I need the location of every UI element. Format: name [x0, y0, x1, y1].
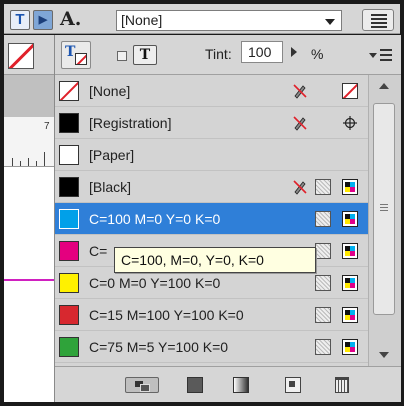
swatch-tooltip: C=100, M=0, Y=0, K=0 — [114, 247, 316, 273]
swatch-name: C=75 M=5 Y=100 K=0 — [89, 339, 229, 355]
chevron-down-icon — [369, 53, 377, 58]
paragraph-align-button[interactable] — [362, 9, 394, 31]
tint-input[interactable]: 100 — [241, 41, 283, 63]
swatch-list-scrollbar[interactable] — [368, 75, 401, 366]
text-tool-flyout-button[interactable]: ▶ — [33, 10, 53, 30]
pencil-crossed-icon — [293, 84, 307, 99]
show-swatch-kinds-button[interactable] — [125, 377, 159, 393]
chevron-down-icon — [325, 19, 335, 25]
process-color-icon — [315, 339, 331, 355]
swatches-panel: T T Tint: 100 % [None] [Registration] [P… — [54, 35, 401, 402]
font-family-value: [None] — [121, 12, 163, 28]
fill-stroke-text-toggle[interactable]: T — [61, 41, 91, 69]
cmyk-mode-icon — [342, 339, 358, 355]
swatch-chip — [59, 209, 79, 229]
swatch-list: [None] [Registration] [Paper] [Black] C=… — [55, 75, 368, 366]
process-color-icon — [315, 179, 331, 195]
swatch-row-cyan[interactable]: C=100 M=0 Y=0 K=0 — [55, 203, 368, 235]
swatch-chip — [59, 241, 79, 261]
process-color-icon — [315, 307, 331, 323]
cmyk-mode-icon — [342, 211, 358, 227]
swatch-name: C=15 M=100 Y=100 K=0 — [89, 307, 244, 323]
app-window: T ▶ A. [None] 7 T T Tint: 100 % [None] [… — [0, 0, 404, 406]
none-swatch-icon — [342, 83, 358, 99]
document-area: 7 — [4, 35, 54, 402]
swatch-chip — [59, 273, 79, 293]
swatch-name: C=100 M=0 Y=0 K=0 — [89, 211, 221, 227]
show-color-swatches-button[interactable] — [187, 377, 203, 393]
font-family-icon: A. — [60, 8, 82, 30]
swatch-row-red[interactable]: C=15 M=100 Y=100 K=0 — [55, 299, 368, 331]
process-color-icon — [315, 243, 331, 259]
swatch-row-registration[interactable]: [Registration] — [55, 107, 368, 139]
swatch-chip — [59, 177, 79, 197]
swatch-name: [None] — [89, 83, 131, 99]
trash-icon[interactable] — [335, 377, 349, 393]
scrollbar-thumb[interactable] — [373, 103, 395, 315]
show-gradient-swatches-button[interactable] — [233, 377, 249, 393]
scroll-up-icon[interactable] — [379, 83, 389, 89]
swatch-name: C= — [89, 243, 108, 259]
margin-guide — [4, 279, 54, 281]
swatch-name: [Black] — [89, 179, 132, 195]
cmyk-mode-icon — [342, 243, 358, 259]
swatch-name: [Registration] — [89, 115, 172, 131]
swatch-chip — [59, 145, 79, 165]
control-bar: T ▶ A. [None] — [4, 4, 400, 34]
new-swatch-button[interactable] — [285, 377, 301, 393]
swatch-name: [Paper] — [89, 147, 135, 163]
swatch-row-green[interactable]: C=75 M=5 Y=100 K=0 — [55, 331, 368, 363]
cmyk-mode-icon — [342, 179, 358, 195]
page-bottom — [4, 375, 54, 402]
swatches-panel-footer — [55, 366, 401, 402]
cmyk-mode-icon — [342, 307, 358, 323]
stroke-swatch-icon — [75, 53, 87, 65]
font-family-select[interactable]: [None] — [116, 10, 342, 31]
pencil-crossed-icon — [293, 116, 307, 131]
swatch-chip — [59, 305, 79, 325]
swatch-chip — [59, 337, 79, 357]
swatch-name: C=0 M=0 Y=100 K=0 — [89, 275, 221, 291]
formatting-text-button[interactable]: T — [133, 45, 157, 65]
swatch-chip — [59, 81, 79, 101]
tint-slider-arrow-icon[interactable] — [291, 47, 297, 57]
swatches-panel-header: T T Tint: 100 % — [55, 35, 401, 75]
swatch-row-paper[interactable]: [Paper] — [55, 139, 368, 171]
formatting-container-checkbox[interactable] — [117, 51, 127, 61]
cmyk-mode-icon — [342, 275, 358, 291]
text-fill-icon: T — [65, 44, 76, 60]
tint-label: Tint: — [205, 46, 232, 62]
pasteboard — [4, 75, 54, 117]
registration-icon — [343, 116, 357, 130]
process-color-icon — [315, 275, 331, 291]
horizontal-ruler: 7 — [4, 117, 54, 167]
process-color-icon — [315, 211, 331, 227]
pencil-crossed-icon — [293, 180, 307, 195]
swatch-row-black[interactable]: [Black] — [55, 171, 368, 203]
swatch-row-none[interactable]: [None] — [55, 75, 368, 107]
text-tool-button[interactable]: T — [10, 10, 30, 30]
scroll-down-icon[interactable] — [379, 352, 389, 358]
tint-unit: % — [311, 46, 324, 62]
swatch-chip — [59, 113, 79, 133]
panel-menu-button[interactable] — [367, 45, 397, 65]
fill-stroke-area — [4, 35, 54, 75]
stroke-none-swatch-icon[interactable] — [8, 43, 34, 69]
